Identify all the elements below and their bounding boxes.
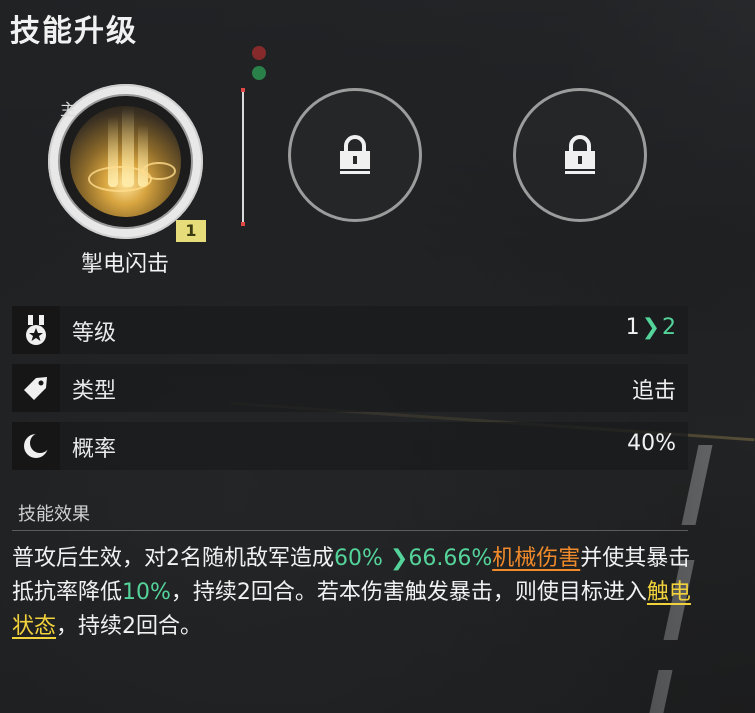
level-from: 1 [625, 315, 640, 340]
damage-type-link[interactable]: 机械伤害 [492, 546, 580, 571]
effect-description: 普攻后生效，对2名随机敌军造成60% ❯66.66%机械伤害并使其暴击抵抗率降低… [12, 546, 691, 639]
effect-heading: 技能效果 [18, 504, 90, 525]
arrow-right-icon: ❯ [382, 546, 409, 571]
level-to: 2 [662, 315, 676, 340]
lightning-strike-art [70, 106, 181, 217]
stat-label: 概率 [72, 437, 117, 462]
locked-skill-slot-1[interactable] [288, 88, 422, 222]
page-title: 技能升级 [10, 14, 138, 49]
skill-name: 掣电闪击 [80, 252, 169, 277]
level-change: 1❯2 [626, 315, 676, 340]
divider [12, 530, 688, 531]
stat-label: 等级 [72, 321, 117, 346]
crit-resist-reduction: 10% [122, 580, 171, 605]
stat-value: 追击 [631, 379, 676, 404]
stat-value: 40% [627, 431, 676, 456]
stat-row-probability: 概率 40% [12, 422, 688, 470]
stat-row-level: 等级 1❯2 [12, 306, 688, 354]
lock-icon [340, 135, 370, 174]
slot-divider [241, 88, 245, 226]
main-skill-tag: 主 [60, 100, 77, 119]
stat-label: 类型 [72, 379, 117, 404]
stat-row-type: 类型 追击 [12, 364, 688, 412]
arrow-right-icon: ❯ [641, 315, 660, 340]
tag-icon [12, 364, 60, 412]
lock-icon [565, 135, 595, 174]
traffic-light [248, 42, 270, 88]
medal-icon [12, 306, 60, 354]
damage-upgraded: 66.66% [408, 546, 493, 571]
skill-level-badge: 1 [176, 220, 206, 242]
locked-skill-slot-2[interactable] [513, 88, 647, 222]
damage-base: 60% [334, 546, 383, 571]
moon-icon [12, 422, 60, 470]
